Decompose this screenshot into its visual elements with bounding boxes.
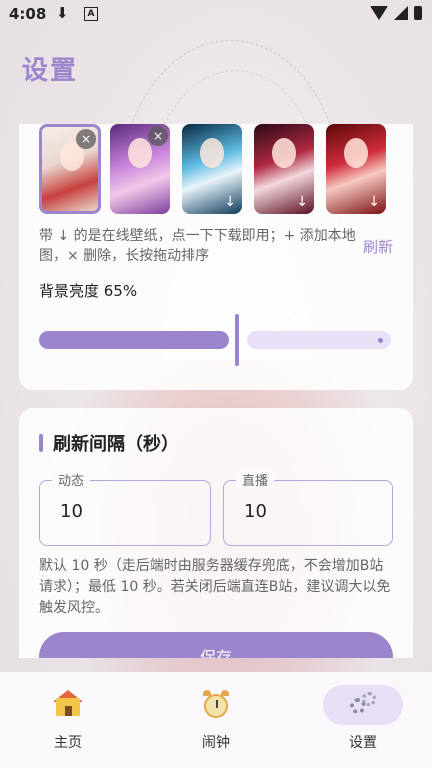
- refresh-button[interactable]: 刷新: [363, 236, 393, 257]
- live-interval-label: 直播: [236, 470, 275, 489]
- settings-gear-icon: [348, 690, 378, 720]
- nav-item-alarm[interactable]: 闹钟: [166, 672, 266, 768]
- brightness-slider[interactable]: [39, 314, 391, 366]
- thumbnail-figure: [200, 138, 224, 168]
- battery-icon: [414, 6, 422, 20]
- save-button-label: 保存: [199, 648, 232, 658]
- wallpaper-thumbnail-strip[interactable]: × × ↓ ↓ ↓: [39, 124, 399, 214]
- live-interval-value[interactable]: 10: [244, 501, 267, 522]
- nav-item-settings[interactable]: 设置: [313, 672, 413, 768]
- download-icon: ↓: [296, 194, 308, 210]
- thumbnail-figure: [128, 138, 152, 168]
- page-title: 设置: [22, 56, 79, 86]
- slider-active-track: [39, 331, 229, 349]
- thumbnail-figure: [344, 138, 368, 168]
- live-interval-field[interactable]: 直播 10: [223, 470, 393, 546]
- brightness-label: 背景亮度 65%: [39, 282, 138, 300]
- download-icon: ↓: [368, 194, 380, 210]
- slider-inactive-track: [247, 331, 391, 349]
- wallpaper-card: × × ↓ ↓ ↓ 带 ↓ 的是在线壁纸，点一下下载即用；+ 添加本地图，× 删…: [19, 124, 413, 390]
- nav-label-home: 主页: [54, 735, 82, 751]
- interval-note-text: 默认 10 秒（走后端时由服务器缓存兜底，不会增加B站请求）；最低 10 秒。若…: [39, 558, 391, 616]
- refresh-interval-card: 刷新间隔（秒） 动态 10 直播 10 默认 10 秒（走后端时由服务器缓存兜底…: [19, 408, 413, 658]
- alarm-clock-icon: [201, 690, 231, 720]
- wifi-icon: [370, 6, 388, 20]
- wallpaper-thumbnail-4[interactable]: ↓: [254, 124, 314, 214]
- wallpaper-thumbnail-2[interactable]: ×: [110, 124, 170, 214]
- section-title: 刷新间隔（秒）: [53, 434, 179, 455]
- status-bar: 4:08 ⬇ A: [0, 0, 432, 28]
- bottom-navigation: 主页 闹钟 设置: [0, 672, 432, 768]
- wallpaper-thumbnail-1[interactable]: ×: [39, 124, 101, 214]
- wallpaper-thumbnail-3[interactable]: ↓: [182, 124, 242, 214]
- dynamic-interval-field[interactable]: 动态 10: [39, 470, 211, 546]
- nav-label-settings: 设置: [349, 735, 377, 751]
- save-button[interactable]: 保存: [39, 632, 393, 658]
- delete-wallpaper-button[interactable]: ×: [76, 129, 96, 149]
- a-notification-icon: A: [84, 7, 98, 21]
- slider-stop-dot: [378, 338, 383, 343]
- wallpaper-thumbnail-5[interactable]: ↓: [326, 124, 386, 214]
- dynamic-interval-label: 动态: [52, 470, 91, 489]
- dynamic-interval-value[interactable]: 10: [60, 501, 83, 522]
- wallpaper-hint-text: 带 ↓ 的是在线壁纸，点一下下载即用；+ 添加本地图，× 删除，长按拖动排序: [39, 228, 356, 264]
- delete-wallpaper-button[interactable]: ×: [148, 126, 168, 146]
- signal-icon: [394, 6, 408, 20]
- section-accent-bar: [39, 434, 43, 452]
- status-time: 4:08: [9, 5, 47, 23]
- slider-handle[interactable]: [235, 314, 239, 366]
- nav-label-alarm: 闹钟: [202, 735, 230, 751]
- home-icon: [53, 690, 83, 720]
- thumbnail-figure: [272, 138, 296, 168]
- download-icon: ↓: [224, 194, 236, 210]
- nav-item-home[interactable]: 主页: [18, 672, 118, 768]
- download-icon: ⬇: [56, 4, 69, 22]
